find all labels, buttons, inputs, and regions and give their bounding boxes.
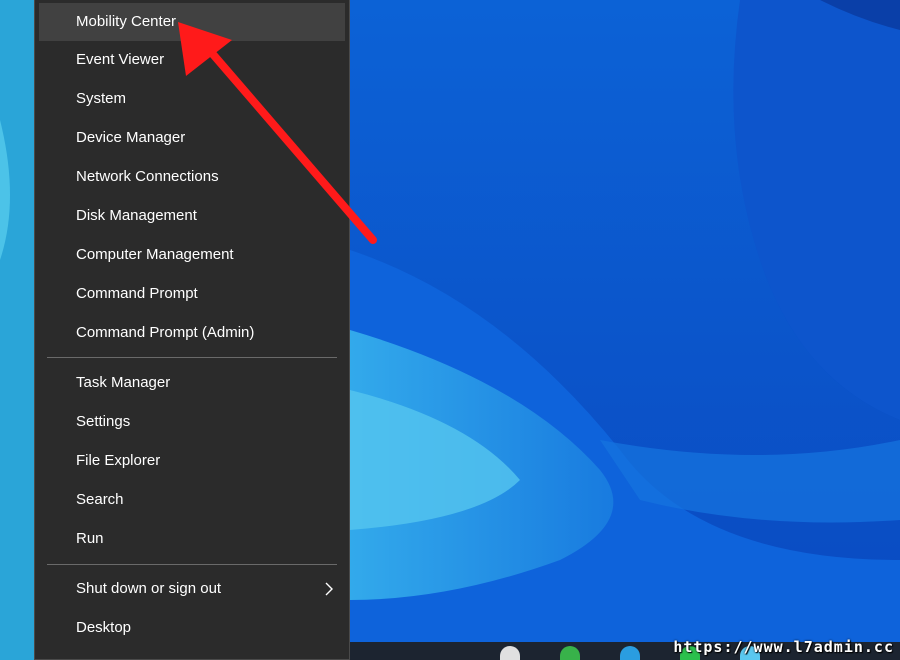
taskbar-app-icon[interactable] [560, 646, 580, 660]
menu-item-desktop[interactable]: Desktop [39, 609, 345, 647]
menu-item-task-manager[interactable]: Task Manager [39, 364, 345, 402]
menu-item-file-explorer[interactable]: File Explorer [39, 442, 345, 480]
menu-item-event-viewer[interactable]: Event Viewer [39, 41, 345, 79]
menu-separator [47, 357, 337, 358]
menu-item-device-manager[interactable]: Device Manager [39, 119, 345, 157]
menu-item-command-prompt-admin[interactable]: Command Prompt (Admin) [39, 314, 345, 352]
menu-item-disk-management[interactable]: Disk Management [39, 197, 345, 235]
menu-item-settings[interactable]: Settings [39, 403, 345, 441]
menu-separator [47, 564, 337, 565]
menu-item-run[interactable]: Run [39, 520, 345, 558]
menu-item-command-prompt[interactable]: Command Prompt [39, 275, 345, 313]
menu-item-label: Shut down or sign out [76, 580, 222, 597]
menu-item-mobility-center[interactable]: Mobility Center [39, 3, 345, 41]
chevron-right-icon [323, 570, 335, 608]
menu-item-network-connections[interactable]: Network Connections [39, 158, 345, 196]
menu-item-shut-down-or-sign-out[interactable]: Shut down or sign out [39, 570, 345, 608]
menu-item-search[interactable]: Search [39, 481, 345, 519]
watermark-text: https://www.l7admin.cc [673, 638, 894, 656]
taskbar-app-icon[interactable] [620, 646, 640, 660]
menu-item-system[interactable]: System [39, 80, 345, 118]
winx-context-menu: Mobility Center Event Viewer System Devi… [34, 0, 350, 660]
menu-item-computer-management[interactable]: Computer Management [39, 236, 345, 274]
taskbar-app-icon[interactable] [500, 646, 520, 660]
